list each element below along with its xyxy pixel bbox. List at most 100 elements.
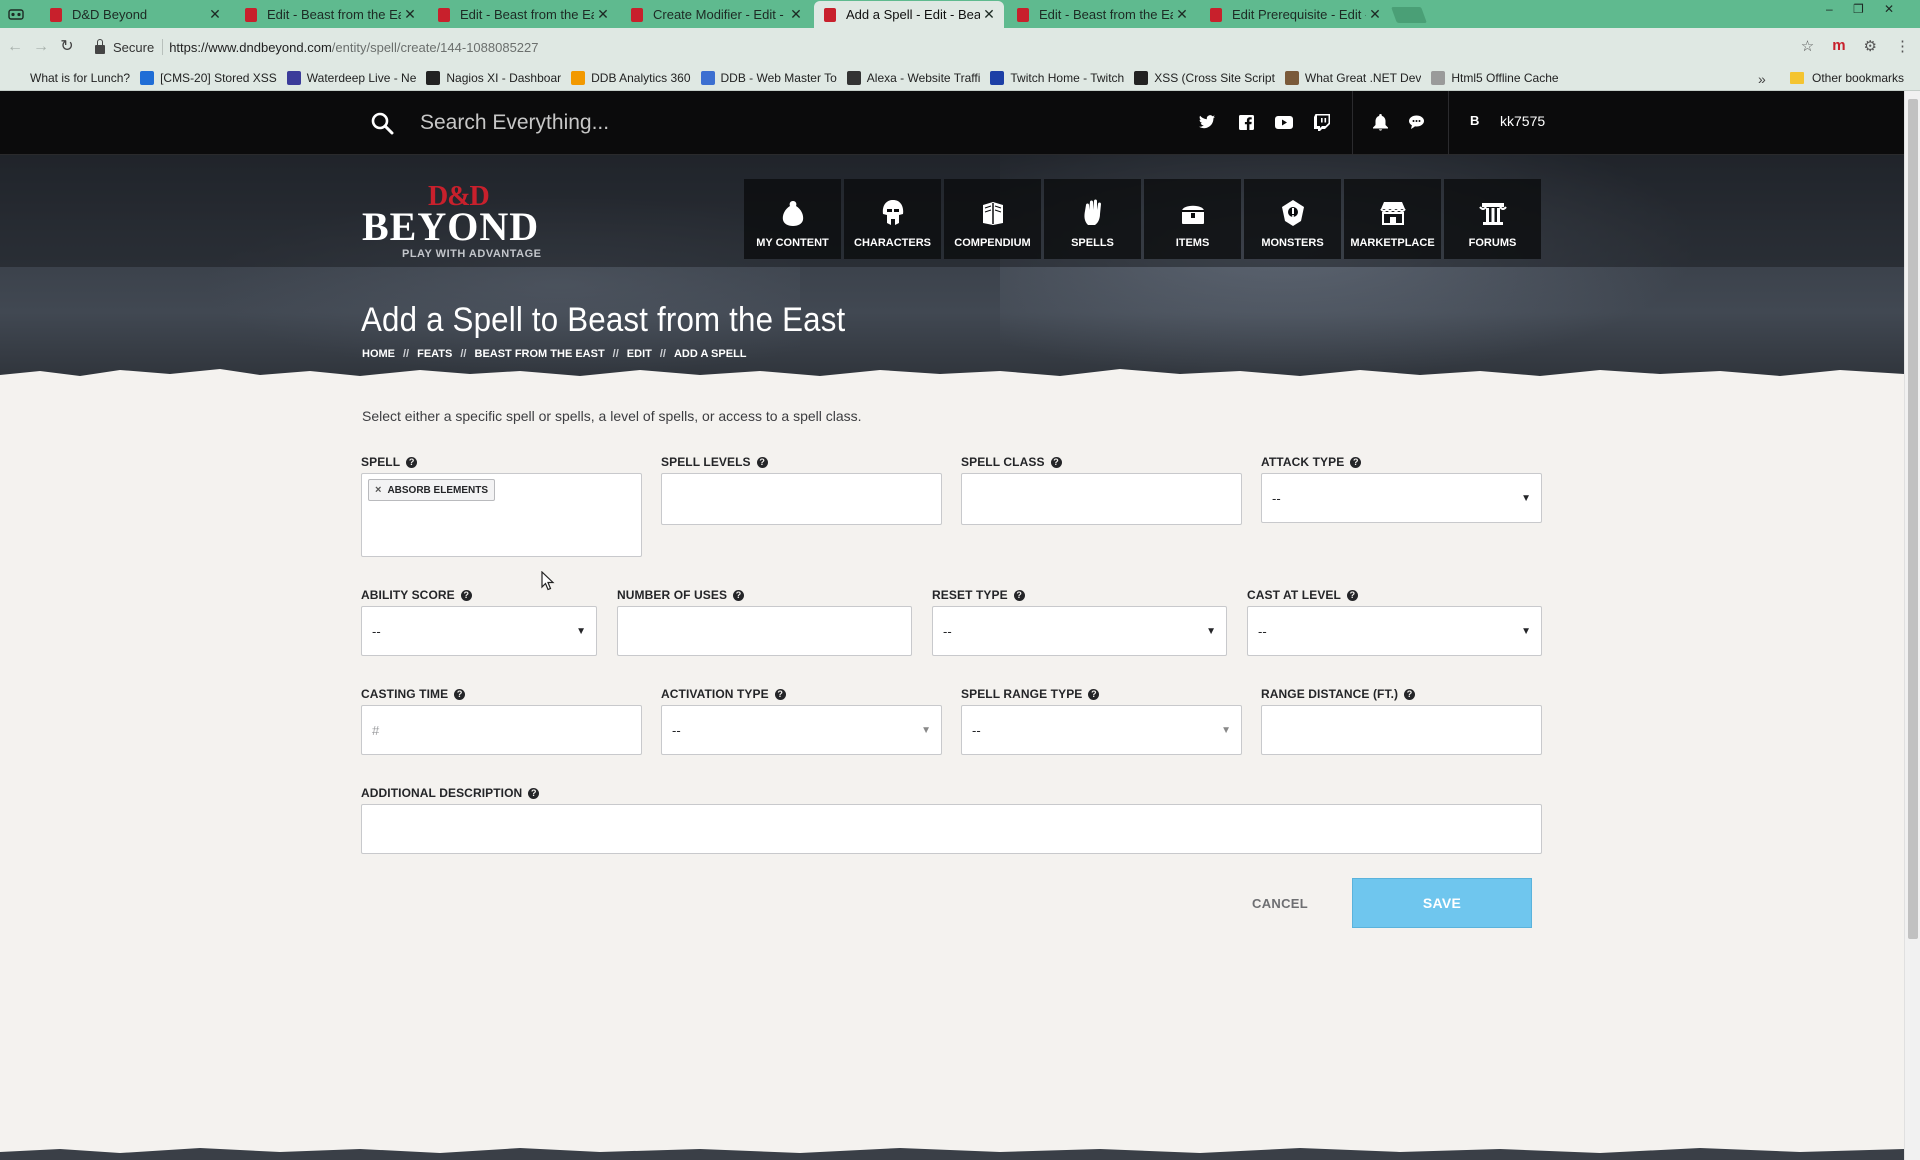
bookmark-item[interactable]: Twitch Home - Twitch bbox=[990, 71, 1124, 85]
cast-at-level-select[interactable]: -- ▼ bbox=[1247, 606, 1542, 656]
nav-item-characters[interactable]: CHARACTERS bbox=[844, 179, 941, 259]
extension-m-icon[interactable]: m bbox=[1832, 37, 1845, 55]
site-logo[interactable]: D&D BEYOND PLAY WITH ADVANTAGE bbox=[362, 181, 562, 261]
bookmarks-overflow-icon[interactable]: » bbox=[1758, 71, 1766, 87]
other-bookmarks[interactable]: Other bookmarks bbox=[1790, 71, 1904, 85]
help-icon[interactable]: ? bbox=[733, 589, 745, 601]
help-icon[interactable]: ? bbox=[1013, 589, 1025, 601]
help-icon[interactable]: ? bbox=[460, 589, 472, 601]
search-icon[interactable] bbox=[370, 111, 394, 135]
help-icon[interactable]: ? bbox=[1350, 456, 1362, 468]
bookmark-item[interactable]: What Great .NET Dev bbox=[1284, 71, 1422, 85]
logo-tagline: PLAY WITH ADVANTAGE bbox=[402, 248, 542, 260]
activation-type-label: ACTIVATION TYPE? bbox=[661, 687, 786, 701]
tab-title: Edit - Beast from the East bbox=[267, 7, 401, 22]
attack-type-select[interactable]: -- ▼ bbox=[1261, 473, 1542, 523]
ability-score-select[interactable]: -- ▼ bbox=[361, 606, 597, 656]
bookmark-item[interactable]: DDB Analytics 360 bbox=[571, 71, 691, 85]
help-icon[interactable]: ? bbox=[1088, 688, 1100, 700]
help-icon[interactable]: ? bbox=[406, 456, 418, 468]
help-icon[interactable]: ? bbox=[1346, 589, 1358, 601]
back-icon[interactable]: ← bbox=[4, 36, 26, 58]
breadcrumb-link[interactable]: EDIT bbox=[627, 348, 652, 360]
facebook-icon[interactable] bbox=[1236, 112, 1256, 132]
close-window-icon[interactable]: ✕ bbox=[1884, 2, 1894, 16]
search-input[interactable] bbox=[420, 105, 920, 141]
new-tab-button[interactable] bbox=[1391, 7, 1427, 23]
bookmark-item[interactable]: Html5 Offline Cache bbox=[1431, 71, 1559, 85]
chrome-menu-icon[interactable]: ⋮ bbox=[1895, 37, 1910, 55]
nav-item-forums[interactable]: FORUMS bbox=[1444, 179, 1541, 259]
activation-type-select[interactable]: -- ▼ bbox=[661, 705, 942, 755]
tab-close-icon[interactable]: ✕ bbox=[980, 6, 998, 23]
bookmark-item[interactable]: Waterdeep Live - Ne bbox=[286, 71, 417, 85]
browser-tab[interactable]: D&D Beyond ✕ bbox=[40, 1, 230, 28]
nav-item-items[interactable]: ITEMS bbox=[1144, 179, 1241, 259]
tab-close-icon[interactable]: ✕ bbox=[1366, 6, 1384, 23]
tab-close-icon[interactable]: ✕ bbox=[206, 6, 224, 23]
user-menu[interactable]: B kk7575 bbox=[1470, 113, 1545, 129]
additional-description-input[interactable] bbox=[361, 804, 1542, 854]
youtube-icon[interactable] bbox=[1274, 112, 1294, 132]
spell-class-field[interactable] bbox=[961, 473, 1242, 525]
browser-tab[interactable]: Edit Prerequisite - Edit - B✕ bbox=[1200, 1, 1390, 28]
bookmark-item[interactable]: DDB - Web Master To bbox=[700, 71, 837, 85]
messages-chat-icon[interactable] bbox=[1408, 112, 1428, 132]
twitch-icon[interactable] bbox=[1312, 112, 1332, 132]
browser-tab[interactable]: Edit - Beast from the East ✕ bbox=[1007, 1, 1197, 28]
browser-tab[interactable]: Edit - Beast from the East ✕ bbox=[428, 1, 618, 28]
browser-tab[interactable]: Add a Spell - Edit - Beast ✕ bbox=[814, 1, 1004, 28]
address-bar[interactable]: Secure https://www.dndbeyond.com/entity/… bbox=[95, 33, 1835, 61]
reload-icon[interactable]: ↻ bbox=[56, 36, 78, 58]
bookmark-item[interactable]: What is for Lunch? bbox=[10, 71, 130, 85]
help-icon[interactable]: ? bbox=[1050, 456, 1062, 468]
scrollbar-thumb[interactable] bbox=[1908, 99, 1918, 939]
bookmark-star-icon[interactable]: ☆ bbox=[1801, 37, 1814, 55]
nav-item-spells[interactable]: SPELLS bbox=[1044, 179, 1141, 259]
bookmark-label: What Great .NET Dev bbox=[1304, 71, 1422, 85]
spell-range-type-select[interactable]: -- ▼ bbox=[961, 705, 1242, 755]
casting-time-input[interactable] bbox=[361, 705, 642, 755]
save-button[interactable]: SAVE bbox=[1352, 878, 1532, 928]
breadcrumb-link[interactable]: HOME bbox=[362, 348, 395, 360]
nav-item-monsters[interactable]: MONSTERS bbox=[1244, 179, 1341, 259]
tab-close-icon[interactable]: ✕ bbox=[1173, 6, 1191, 23]
forward-icon[interactable]: → bbox=[30, 36, 52, 58]
help-icon[interactable]: ? bbox=[528, 787, 540, 799]
help-icon[interactable]: ? bbox=[756, 456, 768, 468]
nav-item-marketplace[interactable]: MARKETPLACE bbox=[1344, 179, 1441, 259]
breadcrumb-link[interactable]: BEAST FROM THE EAST bbox=[475, 348, 605, 360]
twitter-icon[interactable] bbox=[1197, 112, 1217, 132]
nav-item-compendium[interactable]: COMPENDIUM bbox=[944, 179, 1041, 259]
bookmark-item[interactable]: Nagios XI - Dashboar bbox=[426, 71, 561, 85]
range-distance-input[interactable] bbox=[1261, 705, 1542, 755]
remove-chip-icon[interactable]: × bbox=[375, 484, 381, 496]
spell-levels-field[interactable] bbox=[661, 473, 942, 525]
breadcrumb-link[interactable]: FEATS bbox=[417, 348, 452, 360]
tab-close-icon[interactable]: ✕ bbox=[787, 6, 805, 23]
bookmark-label: Waterdeep Live - Ne bbox=[306, 71, 417, 85]
help-icon[interactable]: ? bbox=[1404, 688, 1416, 700]
help-icon[interactable]: ? bbox=[774, 688, 786, 700]
tab-close-icon[interactable]: ✕ bbox=[594, 6, 612, 23]
browser-tab[interactable]: Create Modifier - Edit - B ✕ bbox=[621, 1, 811, 28]
extension-gear-icon[interactable]: ⚙ bbox=[1864, 37, 1877, 55]
page-scrollbar[interactable] bbox=[1904, 91, 1920, 1160]
nav-item-my-content[interactable]: MY CONTENT bbox=[744, 179, 841, 259]
cancel-button[interactable]: CANCEL bbox=[1240, 890, 1320, 916]
bookmark-item[interactable]: XSS (Cross Site Script bbox=[1134, 71, 1275, 85]
browser-tab[interactable]: Edit - Beast from the East ✕ bbox=[235, 1, 425, 28]
spell-multiselect[interactable]: × ABSORB ELEMENTS bbox=[361, 473, 642, 557]
bookmark-item[interactable]: [CMS-20] Stored XSS bbox=[140, 71, 277, 85]
reset-type-select[interactable]: -- ▼ bbox=[932, 606, 1227, 656]
tab-close-icon[interactable]: ✕ bbox=[401, 6, 419, 23]
help-icon[interactable]: ? bbox=[454, 688, 466, 700]
bookmark-item[interactable]: Alexa - Website Traffi bbox=[846, 71, 980, 85]
number-of-uses-input[interactable] bbox=[617, 606, 912, 656]
minimize-icon[interactable]: – bbox=[1826, 2, 1833, 16]
twitch-x-icon bbox=[990, 71, 1005, 85]
attack-type-label: ATTACK TYPE? bbox=[1261, 455, 1362, 469]
chrome-user-icon[interactable] bbox=[8, 7, 24, 21]
restore-icon[interactable]: ❐ bbox=[1853, 2, 1864, 16]
notifications-bell-icon[interactable] bbox=[1370, 112, 1390, 132]
